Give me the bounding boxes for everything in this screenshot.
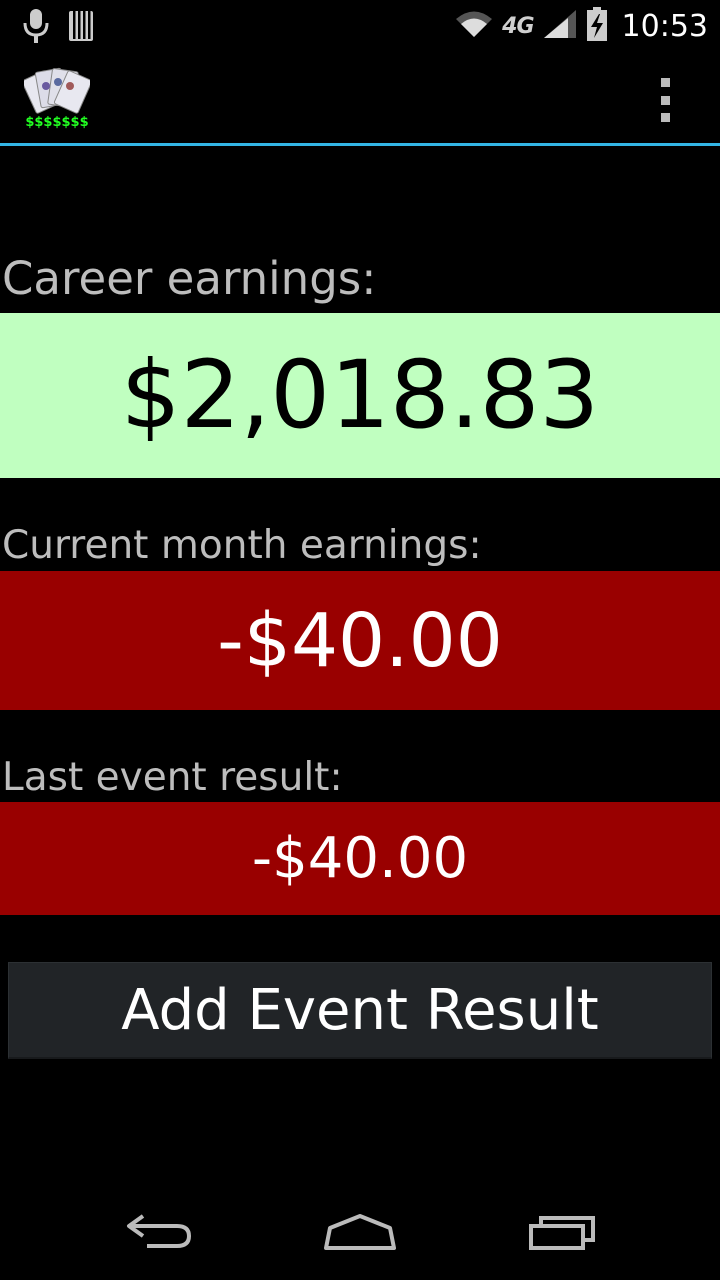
navigation-bar — [0, 1185, 720, 1280]
wifi-icon — [454, 9, 494, 44]
app-screen: 4G 10:53 $$$$$$$ Career earnings: $2,018… — [0, 0, 720, 1280]
recent-apps-icon[interactable] — [518, 1207, 608, 1257]
overflow-dot — [660, 113, 670, 122]
back-icon[interactable] — [115, 1207, 205, 1257]
overflow-dot — [660, 78, 670, 87]
notification-icons — [22, 8, 94, 49]
battery-charging-icon — [586, 6, 608, 47]
current-month-earnings-value: -$40.00 — [0, 571, 720, 710]
overflow-menu-icon[interactable] — [650, 78, 680, 122]
network-type-label: 4G — [502, 13, 534, 39]
microphone-icon — [22, 8, 50, 49]
action-bar: $$$$$$$ — [0, 50, 720, 146]
career-earnings-label: Career earnings: — [2, 252, 377, 305]
add-event-result-button[interactable]: Add Event Result — [8, 962, 712, 1059]
status-bar: 4G 10:53 — [0, 0, 720, 50]
signal-icon — [542, 8, 578, 45]
last-event-result-label: Last event result: — [2, 755, 343, 800]
system-icons: 4G 10:53 — [454, 4, 708, 48]
sd-card-icon — [68, 10, 94, 47]
home-icon[interactable] — [315, 1207, 405, 1257]
overflow-dot — [660, 95, 670, 105]
poker-cards-money-icon[interactable]: $$$$$$$ — [21, 66, 93, 130]
last-event-result-value: -$40.00 — [0, 802, 720, 915]
career-earnings-value: $2,018.83 — [0, 313, 720, 478]
current-month-earnings-label: Current month earnings: — [2, 523, 482, 568]
app-icon-text: $$$$$$$ — [25, 115, 88, 130]
status-time: 10:53 — [621, 8, 708, 44]
